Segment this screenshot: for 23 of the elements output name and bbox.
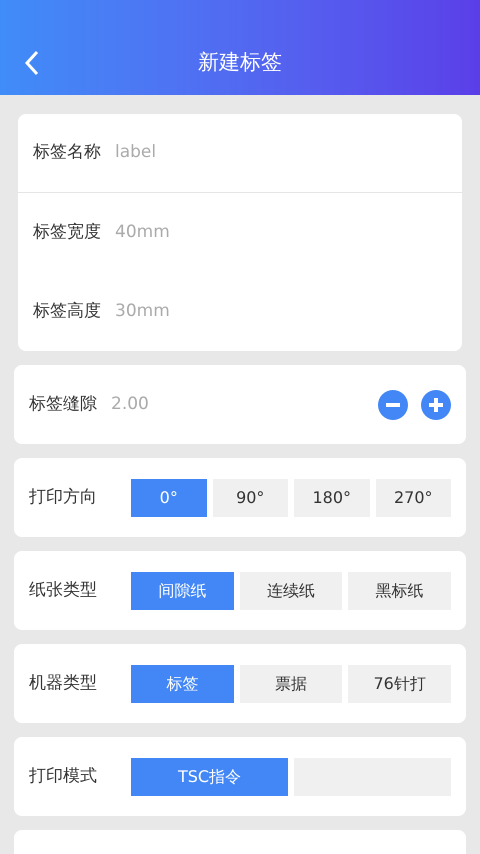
option-button[interactable]: 76针打: [348, 664, 452, 702]
input-field[interactable]: label: [115, 140, 447, 166]
field-label: 机器类型: [29, 672, 98, 695]
option-button[interactable]: 黑标纸: [348, 572, 452, 610]
option-button[interactable]: 180°: [294, 478, 370, 516]
option-button[interactable]: 连续纸: [240, 572, 342, 610]
option-button[interactable]: 90°: [212, 478, 288, 516]
minus-icon[interactable]: [378, 390, 408, 420]
field-label: 标签宽度: [33, 220, 101, 244]
field-label: 打印方向: [29, 486, 98, 509]
field-label: 打印模式: [29, 764, 98, 788]
field-label: 标签缝隙: [29, 392, 97, 416]
option-button[interactable]: 票据: [240, 664, 342, 702]
option-button[interactable]: 270°: [376, 478, 451, 516]
gap-value: 2.00: [111, 392, 149, 416]
field-label: 标签名称: [33, 141, 101, 164]
field-label: 标签高度: [33, 300, 101, 323]
plus-icon[interactable]: [421, 390, 451, 420]
input-field[interactable]: 30mm: [115, 298, 447, 324]
page-title: 新建标签: [198, 48, 282, 76]
input-field[interactable]: 40mm: [115, 220, 447, 246]
field-label: 纸张类型: [29, 578, 98, 602]
back-icon[interactable]: [24, 50, 40, 76]
